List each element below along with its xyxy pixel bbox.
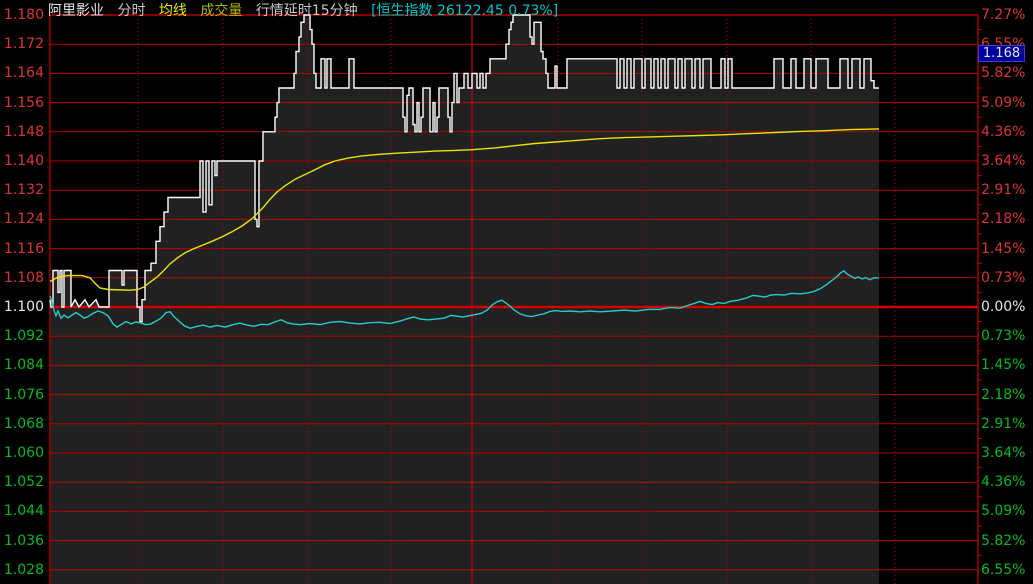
percent-axis-label: 4.36% xyxy=(981,474,1033,490)
percent-axis-label: 3.64% xyxy=(981,445,1033,461)
price-axis-label: 1.100 xyxy=(0,299,46,315)
price-axis-label: 1.140 xyxy=(0,153,46,169)
percent-axis-label: 2.18% xyxy=(981,387,1033,403)
price-axis-label: 1.052 xyxy=(0,474,46,490)
percent-axis-label: 2.18% xyxy=(981,211,1033,227)
price-axis-label: 1.044 xyxy=(0,503,46,519)
percent-axis-label: 0.00% xyxy=(981,299,1033,315)
intraday-chart-canvas[interactable] xyxy=(0,0,1033,584)
price-axis-left: 1.180 1.172 1.164 1.156 1.148 1.140 1.132 1.124… xyxy=(0,0,46,584)
last-price-badge: 1.168 xyxy=(978,45,1025,62)
price-axis-label: 1.124 xyxy=(0,211,46,227)
stock-name: 阿里影业 xyxy=(48,3,104,19)
tab-ma-line[interactable]: 均线 xyxy=(159,3,187,19)
percent-axis-label: 2.91% xyxy=(981,182,1033,198)
percent-axis-label: 5.82% xyxy=(981,533,1033,549)
percent-axis-right: 7.27% 6.55% 5.82% 5.09% 4.36% 3.64% 2.91% 2.18%… xyxy=(981,0,1033,584)
percent-axis-label: 0.73% xyxy=(981,270,1033,286)
price-axis-label: 1.060 xyxy=(0,445,46,461)
price-axis-label: 1.116 xyxy=(0,241,46,257)
index-quote: [恒生指数 26122.45 0.73%] xyxy=(371,3,558,19)
price-axis-label: 1.084 xyxy=(0,357,46,373)
percent-axis-label: 6.55% xyxy=(981,562,1033,578)
percent-axis-label: 1.45% xyxy=(981,241,1033,257)
under-curve-fill xyxy=(50,15,879,584)
percent-axis-label: 5.82% xyxy=(981,65,1033,81)
price-axis-label: 1.172 xyxy=(0,36,46,52)
percent-axis-label: 4.36% xyxy=(981,124,1033,140)
price-axis-label: 1.028 xyxy=(0,562,46,578)
price-axis-label: 1.164 xyxy=(0,65,46,81)
price-axis-label: 1.108 xyxy=(0,270,46,286)
price-axis-label: 1.068 xyxy=(0,416,46,432)
price-axis-label: 1.180 xyxy=(0,7,46,23)
tab-volume[interactable]: 成交量 xyxy=(200,3,242,19)
price-axis-label: 1.132 xyxy=(0,182,46,198)
chart-header: 阿里影业 分时 均线 成交量 行情延时15分钟 [恒生指数 26122.45 0… xyxy=(48,0,567,17)
delay-notice: 行情延时15分钟 xyxy=(256,3,358,19)
price-axis-label: 1.036 xyxy=(0,533,46,549)
tab-intraday[interactable]: 分时 xyxy=(117,3,145,19)
percent-axis-label: 3.64% xyxy=(981,153,1033,169)
price-axis-label: 1.092 xyxy=(0,328,46,344)
price-axis-label: 1.076 xyxy=(0,387,46,403)
percent-axis-label: 1.45% xyxy=(981,357,1033,373)
stock-chart-window: 阿里影业 分时 均线 成交量 行情延时15分钟 [恒生指数 26122.45 0… xyxy=(0,0,1033,584)
percent-axis-label: 5.09% xyxy=(981,95,1033,111)
price-axis-label: 1.156 xyxy=(0,95,46,111)
percent-axis-label: 7.27% xyxy=(981,7,1033,23)
percent-axis-label: 2.91% xyxy=(981,416,1033,432)
price-axis-label: 1.148 xyxy=(0,124,46,140)
percent-axis-label: 5.09% xyxy=(981,503,1033,519)
percent-axis-label: 0.73% xyxy=(981,328,1033,344)
